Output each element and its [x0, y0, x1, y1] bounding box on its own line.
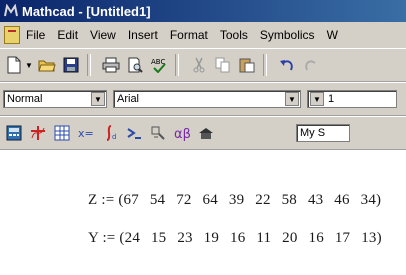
paste-icon[interactable] [237, 55, 257, 75]
svg-text:d: d [112, 133, 116, 141]
programming-icon[interactable] [148, 123, 168, 143]
new-document-icon[interactable] [4, 55, 24, 75]
font-size-value: 1 [328, 93, 335, 105]
menu-edit[interactable]: Edit [57, 28, 78, 42]
toolbar-separator [262, 54, 267, 76]
title-bar: Mathcad - [Untitled1] [0, 0, 406, 22]
menu-tools[interactable]: Tools [220, 28, 248, 42]
graph-icon[interactable] [28, 123, 48, 143]
save-icon[interactable] [61, 55, 81, 75]
evaluation-icon[interactable]: x= [76, 123, 96, 143]
window-title: Mathcad - [Untitled1] [22, 3, 151, 19]
resources-value: My S [300, 127, 326, 139]
menu-format[interactable]: Format [170, 28, 208, 42]
new-dropdown-arrow-icon[interactable]: ▼ [25, 61, 33, 70]
math-region-z[interactable]: Z := (67 54 72 64 39 22 58 43 46 34) [88, 192, 381, 209]
math-region-y[interactable]: Y := (24 15 23 19 16 11 20 16 17 13) [88, 230, 382, 247]
cut-icon[interactable] [189, 55, 209, 75]
open-folder-icon[interactable] [37, 55, 57, 75]
matrix-icon[interactable] [52, 123, 72, 143]
menu-window[interactable]: W [327, 28, 338, 42]
copy-icon[interactable] [213, 55, 233, 75]
toolbar-separator [174, 54, 179, 76]
boolean-icon[interactable] [124, 123, 144, 143]
chevron-down-icon[interactable]: ▼ [285, 92, 299, 106]
menu-view[interactable]: View [90, 28, 116, 42]
spell-check-icon[interactable]: ABC [149, 55, 169, 75]
formatting-toolbar: Normal ▼ Arial ▼ ▼ 1 [0, 82, 406, 116]
mathcad-window: Mathcad - [Untitled1] File Edit View Ins… [0, 0, 406, 275]
definition-operator: := [102, 230, 116, 246]
redo-icon[interactable] [301, 55, 321, 75]
svg-text:x=: x= [78, 127, 94, 140]
mathcad-logo-icon [4, 3, 18, 18]
vector-values: (24 15 23 19 16 11 20 16 17 13) [119, 230, 382, 246]
chevron-down-icon[interactable]: ▼ [310, 92, 324, 106]
math-toolbar: x= d αβ My S [0, 116, 406, 150]
print-preview-icon[interactable] [125, 55, 145, 75]
style-dropdown[interactable]: Normal ▼ [3, 90, 107, 108]
vector-values: (67 54 72 64 39 22 58 43 46 34) [118, 192, 382, 208]
menu-symbolics[interactable]: Symbolics [260, 28, 315, 42]
standard-toolbar: ▼ ABC [0, 48, 406, 82]
toolbar-separator [86, 54, 91, 76]
document-icon[interactable] [4, 26, 20, 44]
menu-bar: File Edit View Insert Format Tools Symbo… [0, 22, 406, 48]
undo-icon[interactable] [277, 55, 297, 75]
svg-text:αβ: αβ [174, 127, 190, 141]
variable-name: Z [88, 192, 98, 208]
chevron-down-icon[interactable]: ▼ [91, 92, 105, 106]
resources-dropdown[interactable]: My S [296, 124, 350, 142]
menu-insert[interactable]: Insert [128, 28, 158, 42]
print-icon[interactable] [101, 55, 121, 75]
definition-operator: := [101, 192, 115, 208]
calculus-icon[interactable]: d [100, 123, 120, 143]
font-value: Arial [117, 93, 140, 105]
calculator-icon[interactable] [4, 123, 24, 143]
menu-file[interactable]: File [26, 28, 45, 42]
greek-icon[interactable]: αβ [172, 123, 192, 143]
style-value: Normal [7, 93, 43, 105]
font-size-dropdown[interactable]: ▼ 1 [307, 90, 397, 108]
variable-name: Y [88, 230, 99, 246]
font-dropdown[interactable]: Arial ▼ [113, 90, 301, 108]
worksheet[interactable]: Z := (67 54 72 64 39 22 58 43 46 34) Y :… [0, 150, 406, 275]
symbolic-icon[interactable] [196, 123, 216, 143]
